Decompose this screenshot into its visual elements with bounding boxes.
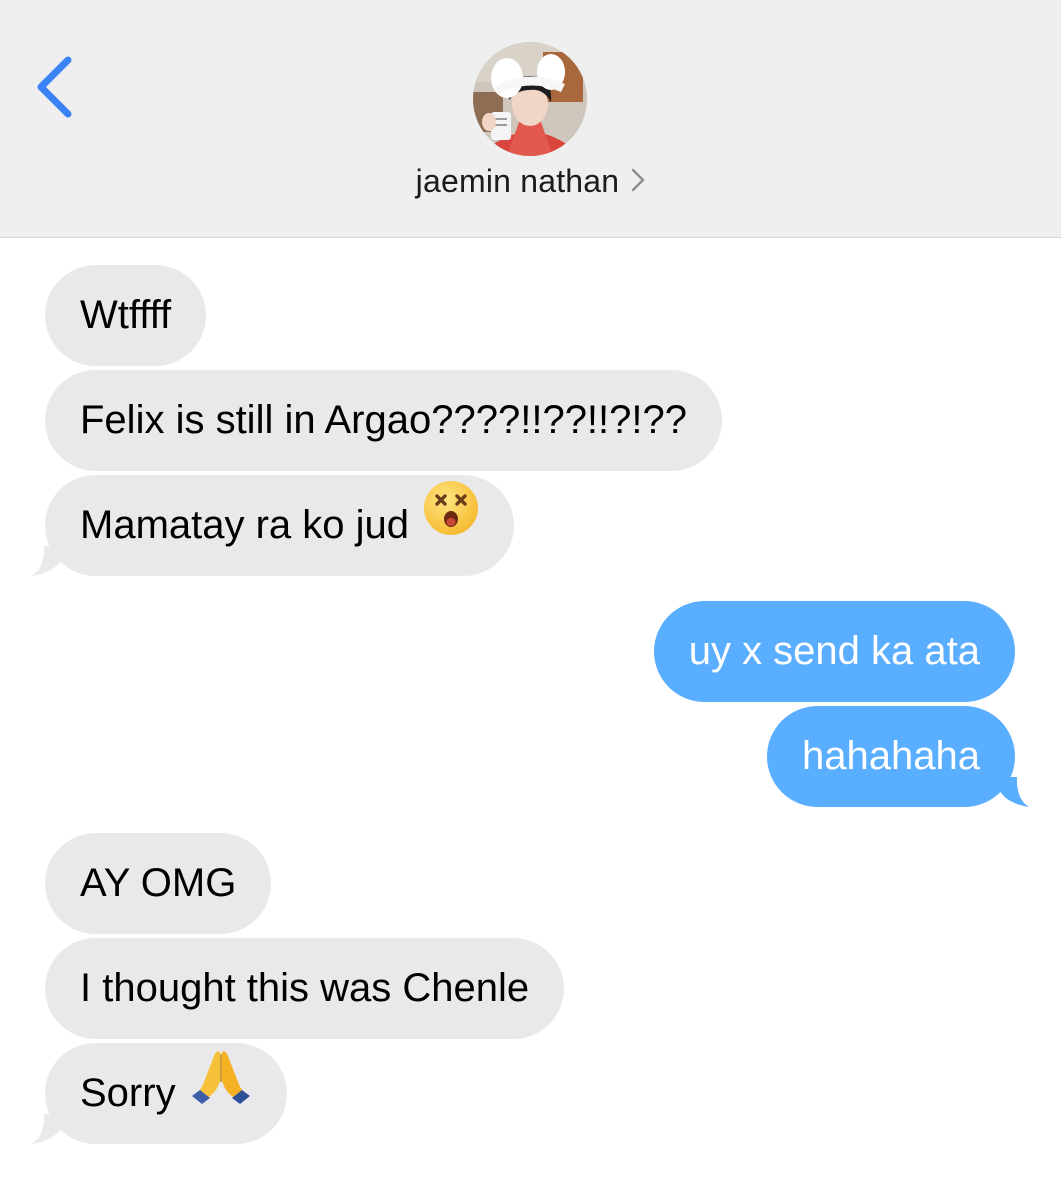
message-text: uy x send ka ata — [688, 629, 980, 673]
message-text: Sorry — [80, 1071, 176, 1115]
message-text: hahahaha — [802, 734, 980, 778]
incoming-message[interactable]: Wtffff — [45, 265, 207, 366]
dizzy-face-emoji — [423, 473, 479, 574]
folded-hands-emoji — [190, 1041, 252, 1142]
bubble-tail — [32, 1114, 62, 1144]
bubble-tail — [999, 777, 1029, 807]
contact-photo — [473, 42, 587, 156]
avatar[interactable] — [473, 42, 587, 156]
conversation-header: jaemin nathan — [0, 0, 1061, 238]
chevron-left-icon — [37, 56, 72, 118]
back-button[interactable] — [30, 54, 80, 120]
chevron-right-icon — [631, 163, 645, 200]
message-text: AY OMG — [80, 861, 237, 905]
contact-name-button[interactable]: jaemin nathan — [0, 163, 1061, 200]
incoming-message[interactable]: Felix is still in Argao????!!??!!?!?? — [45, 370, 723, 471]
incoming-message[interactable]: Sorry — [32, 1041, 287, 1144]
outgoing-message[interactable]: hahahaha — [767, 706, 1029, 807]
message-thread[interactable]: Wtffff Felix is still in Argao????!!??!!… — [0, 238, 1061, 1200]
incoming-message[interactable]: Mamatay ra ko jud — [32, 473, 515, 576]
incoming-message[interactable]: I thought this was Chenle — [45, 938, 565, 1039]
outgoing-message[interactable]: uy x send ka ata — [653, 601, 1015, 702]
contact-name: jaemin nathan — [415, 163, 620, 199]
incoming-message[interactable]: AY OMG — [45, 833, 272, 934]
message-text: Wtffff — [80, 293, 172, 337]
bubble-tail — [32, 546, 62, 576]
message-text: Mamatay ra ko jud — [80, 503, 410, 547]
message-text: Felix is still in Argao????!!??!!?!?? — [80, 398, 688, 442]
message-text: I thought this was Chenle — [80, 966, 530, 1010]
